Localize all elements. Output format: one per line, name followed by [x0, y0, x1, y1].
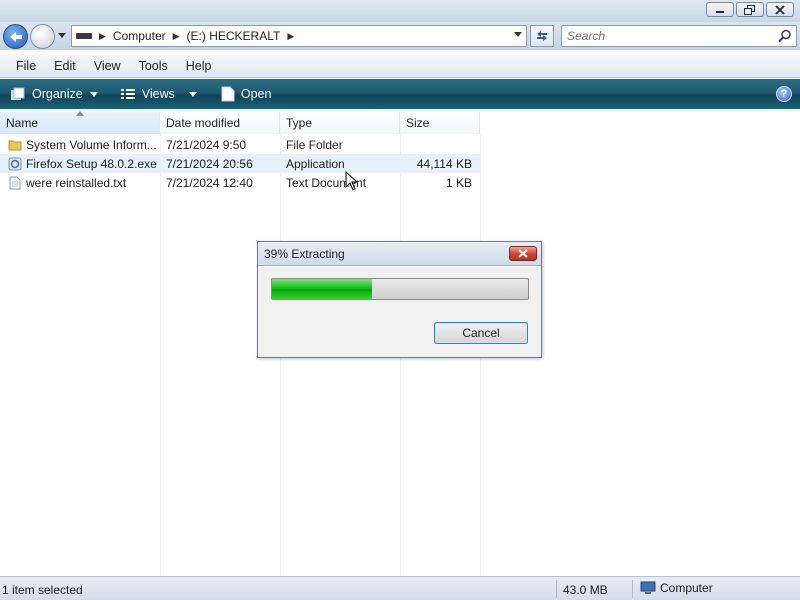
document-icon [221, 86, 235, 102]
drive-icon [76, 33, 92, 39]
window-controls [706, 2, 794, 17]
address-row: ▶ Computer ▶ (E:) HECKERALT ▶ [0, 22, 800, 50]
file-date: 7/21/2024 20:56 [166, 156, 253, 171]
cancel-button[interactable]: Cancel [434, 322, 528, 344]
organize-label: Organize [32, 87, 83, 101]
menu-bar: File Edit View Tools Help [0, 54, 800, 78]
chevron-down-icon [89, 91, 98, 97]
file-row-selected[interactable]: Firefox Setup 48.0.2.exe 7/21/2024 20:56… [0, 154, 480, 173]
zone-indicator: Computer [640, 581, 713, 595]
file-name-cell: Firefox Setup 48.0.2.exe [0, 154, 160, 173]
back-button[interactable] [3, 24, 28, 49]
file-row[interactable]: were reinstalled.txt 7/21/2024 12:40 Tex… [0, 173, 480, 192]
column-headers: Name Date modified Type Size [0, 111, 800, 134]
close-icon [775, 4, 785, 15]
open-button[interactable]: Open [217, 82, 276, 106]
installer-icon [8, 157, 22, 170]
file-size: 44,114 KB [416, 156, 472, 171]
minimize-button[interactable] [706, 2, 734, 17]
extract-progress-bar [271, 278, 529, 300]
recent-pages-dropdown-icon[interactable] [58, 33, 66, 39]
file-name-cell: System Volume Inform... [0, 135, 160, 154]
status-divider [556, 580, 557, 598]
dialog-title: 39% Extracting [264, 247, 345, 261]
status-bar: 1 item selected 43.0 MB Computer [0, 576, 800, 600]
column-header-name-label: Name [6, 116, 39, 130]
progress-fill [272, 279, 372, 299]
search-box[interactable] [561, 25, 797, 47]
menu-edit[interactable]: Edit [52, 57, 78, 75]
minimize-icon [716, 10, 724, 13]
zone-label: Computer [660, 581, 713, 595]
dialog-body: Cancel [258, 267, 541, 357]
selection-status: 1 item selected [2, 583, 83, 597]
close-window-button[interactable] [766, 2, 794, 17]
menu-file[interactable]: File [14, 57, 38, 75]
dialog-title-bar[interactable]: 39% Extracting [258, 242, 541, 266]
menu-help[interactable]: Help [184, 57, 214, 75]
sort-ascending-icon [76, 111, 84, 116]
restore-button[interactable] [736, 2, 764, 17]
column-header-type-label: Type [286, 116, 313, 130]
restore-icon [744, 4, 755, 15]
menu-tools[interactable]: Tools [137, 57, 170, 75]
file-row[interactable]: System Volume Inform... 7/21/2024 9:50 F… [0, 135, 480, 154]
window-title-bar [0, 0, 800, 22]
file-size: 1 KB [445, 175, 472, 190]
file-date: 7/21/2024 9:50 [166, 137, 247, 152]
breadcrumb-drive[interactable]: (E:) HECKERALT [187, 29, 281, 43]
text-file-icon [9, 176, 21, 189]
search-icon[interactable] [778, 29, 792, 43]
column-header-size[interactable]: Size [400, 112, 480, 134]
address-history-dropdown-icon[interactable] [514, 32, 522, 38]
file-name-cell: were reinstalled.txt [0, 173, 160, 192]
forward-button[interactable] [30, 24, 55, 49]
column-divider [160, 134, 161, 576]
file-type: Text Document [286, 175, 367, 190]
column-header-size-label: Size [406, 116, 430, 130]
column-header-type[interactable]: Type [280, 112, 400, 134]
column-header-name[interactable]: Name [0, 111, 160, 134]
address-bar[interactable]: ▶ Computer ▶ (E:) HECKERALT ▶ [71, 25, 527, 47]
views-button[interactable]: Views [116, 82, 207, 106]
file-name: System Volume Inform... [26, 137, 157, 152]
menu-view[interactable]: View [92, 57, 123, 75]
search-input[interactable] [562, 26, 772, 46]
file-name: were reinstalled.txt [26, 175, 127, 190]
crumb-separator-icon[interactable]: ▶ [287, 31, 294, 42]
refresh-icon [537, 31, 547, 41]
help-button[interactable]: ? [776, 86, 792, 102]
file-date: 7/21/2024 12:40 [166, 175, 253, 190]
status-divider [632, 580, 633, 598]
command-bar: Organize Views Open ? [0, 79, 800, 109]
crumb-separator-icon[interactable]: ▶ [173, 31, 180, 42]
views-icon [120, 89, 135, 99]
selection-size: 43.0 MB [563, 583, 608, 597]
file-size [400, 135, 480, 154]
chevron-down-icon [188, 91, 197, 97]
crumb-separator-icon[interactable]: ▶ [99, 31, 106, 42]
computer-icon [640, 581, 656, 594]
column-header-date[interactable]: Date modified [160, 112, 280, 134]
extracting-dialog: 39% Extracting Cancel [257, 241, 542, 358]
mouse-cursor-icon [345, 171, 359, 191]
organize-button[interactable]: Organize [6, 82, 108, 106]
organize-icon [11, 87, 25, 100]
refresh-button[interactable] [530, 25, 554, 47]
file-name: Firefox Setup 48.0.2.exe [26, 156, 157, 171]
open-label: Open [240, 87, 272, 101]
folder-icon [8, 140, 22, 150]
column-header-date-label: Date modified [166, 116, 241, 130]
close-icon [518, 249, 528, 258]
file-type: File Folder [286, 137, 343, 152]
breadcrumb-computer[interactable]: Computer [113, 29, 166, 43]
dialog-close-button[interactable] [509, 246, 537, 261]
file-type: Application [286, 156, 345, 171]
arrow-left-icon [9, 31, 22, 42]
views-label: Views [141, 87, 175, 101]
